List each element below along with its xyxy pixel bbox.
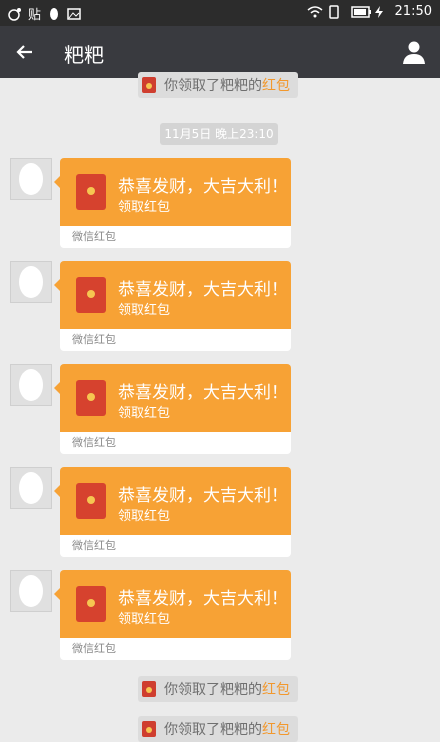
avatar[interactable] [10, 364, 52, 406]
system-redpacket-link[interactable]: 红包 [262, 719, 290, 739]
status-app-label: 贴 [28, 8, 42, 23]
timestamp: 11月5日 晚上23:10 [160, 123, 278, 145]
redpacket-greeting: 恭喜发财，大吉大利！ [118, 177, 288, 197]
chat-content: 你领取了 粑粑的红包 11月5日 晚上23:10 恭喜发财，大吉大利！ 领取红包 … [0, 72, 440, 742]
system-sender: 粑粑 [220, 78, 248, 94]
redpacket-claim: 领取红包 [118, 303, 171, 318]
message-row: 恭喜发财，大吉大利！ 领取红包 微信红包 [0, 570, 440, 666]
redpacket-label: 微信红包 [60, 432, 291, 454]
wifi-icon [307, 5, 323, 19]
system-sender: 粑粑 [220, 722, 248, 738]
redpacket-icon [76, 586, 106, 622]
redpacket-icon [76, 380, 106, 416]
redpacket-bubble[interactable]: 恭喜发财，大吉大利！ 领取红包 微信红包 [54, 261, 291, 351]
redpacket-icon [142, 721, 156, 737]
redpacket-claim: 领取红包 [118, 612, 171, 627]
photo-icon [67, 7, 81, 21]
redpacket-label: 微信红包 [60, 329, 291, 351]
status-left: 贴 [8, 4, 81, 23]
avatar[interactable] [10, 570, 52, 612]
redpacket-greeting: 恭喜发财，大吉大利！ [118, 486, 288, 506]
system-message: 你领取了 粑粑的红包 [138, 716, 298, 742]
system-redpacket-link[interactable]: 红包 [262, 679, 290, 699]
system-text: 你领取了 [164, 682, 220, 698]
redpacket-icon [76, 277, 106, 313]
redpacket-bubble[interactable]: 恭喜发财，大吉大利！ 领取红包 微信红包 [54, 158, 291, 248]
redpacket-claim: 领取红包 [118, 509, 171, 524]
message-row: 恭喜发财，大吉大利！ 领取红包 微信红包 [0, 364, 440, 460]
system-text-de: 的 [248, 682, 262, 698]
redpacket-claim: 领取红包 [118, 406, 171, 421]
redpacket-greeting: 恭喜发财，大吉大利！ [118, 280, 288, 300]
weibo-icon [8, 7, 22, 21]
charging-icon [373, 5, 387, 19]
status-right: 21:50 [307, 4, 432, 19]
redpacket-bubble[interactable]: 恭喜发财，大吉大利！ 领取红包 微信红包 [54, 570, 291, 660]
chat-title: 粑粑 [64, 43, 104, 67]
redpacket-icon [76, 174, 106, 210]
redpacket-label: 微信红包 [60, 535, 291, 557]
sim-icon [328, 4, 343, 19]
redpacket-icon [76, 483, 106, 519]
redpacket-icon [142, 681, 156, 697]
system-sender: 粑粑 [220, 682, 248, 698]
redpacket-bubble[interactable]: 恭喜发财，大吉大利！ 领取红包 微信红包 [54, 467, 291, 557]
system-redpacket-link[interactable]: 红包 [262, 75, 290, 95]
avatar[interactable] [10, 467, 52, 509]
redpacket-greeting: 恭喜发财，大吉大利！ [118, 589, 288, 609]
redpacket-label: 微信红包 [60, 226, 291, 248]
status-bar: 贴 21:50 [0, 0, 440, 26]
system-text-de: 的 [248, 78, 262, 94]
system-message: 你领取了 粑粑的红包 [138, 676, 298, 702]
battery-icon [350, 5, 371, 19]
message-row: 恭喜发财，大吉大利！ 领取红包 微信红包 [0, 261, 440, 357]
system-message: 你领取了 粑粑的红包 [138, 72, 298, 98]
avatar[interactable] [10, 158, 52, 200]
message-row: 恭喜发财，大吉大利！ 领取红包 微信红包 [0, 467, 440, 563]
back-button[interactable] [12, 38, 40, 66]
redpacket-greeting: 恭喜发财，大吉大利！ [118, 383, 288, 403]
redpacket-claim: 领取红包 [118, 200, 171, 215]
system-text: 你领取了 [164, 78, 220, 94]
qq-icon [47, 7, 61, 21]
redpacket-icon [142, 77, 156, 93]
status-time: 21:50 [394, 4, 432, 19]
system-text: 你领取了 [164, 722, 220, 738]
avatar[interactable] [10, 261, 52, 303]
redpacket-bubble[interactable]: 恭喜发财，大吉大利！ 领取红包 微信红包 [54, 364, 291, 454]
system-text-de: 的 [248, 722, 262, 738]
redpacket-label: 微信红包 [60, 638, 291, 660]
profile-button[interactable] [400, 38, 428, 66]
message-row: 恭喜发财，大吉大利！ 领取红包 微信红包 [0, 158, 440, 254]
chat-header: 粑粑 [0, 26, 440, 78]
